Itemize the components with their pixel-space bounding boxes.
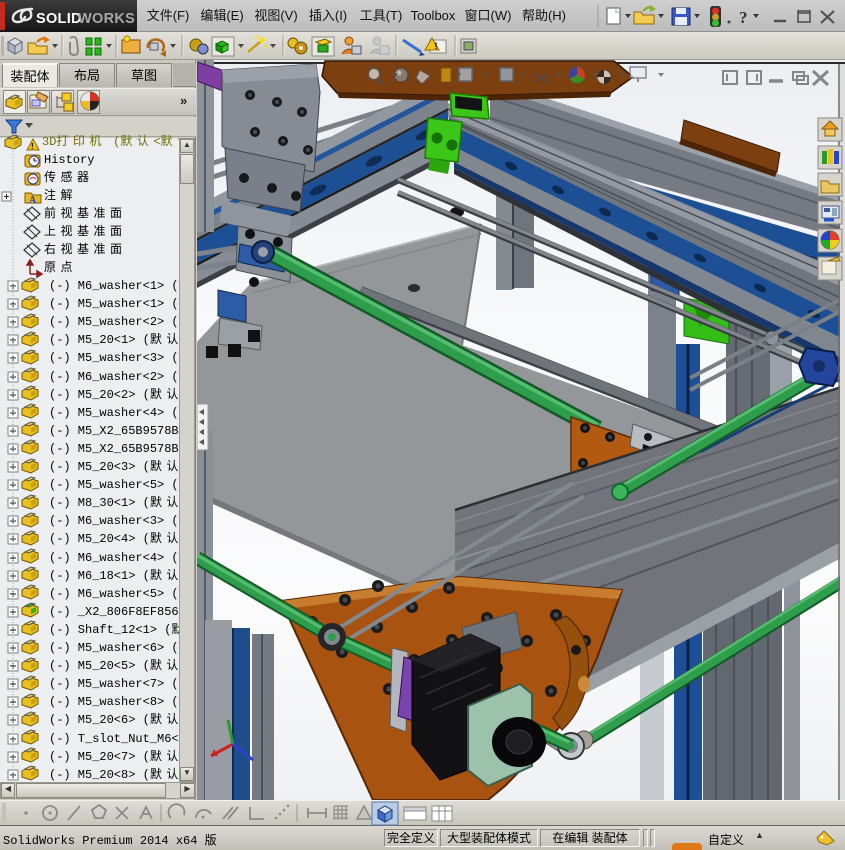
svg-text:?: ? bbox=[739, 8, 748, 27]
svg-text:!: ! bbox=[435, 41, 438, 51]
svg-text:!: ! bbox=[31, 142, 34, 151]
svg-text:A: A bbox=[29, 195, 37, 206]
